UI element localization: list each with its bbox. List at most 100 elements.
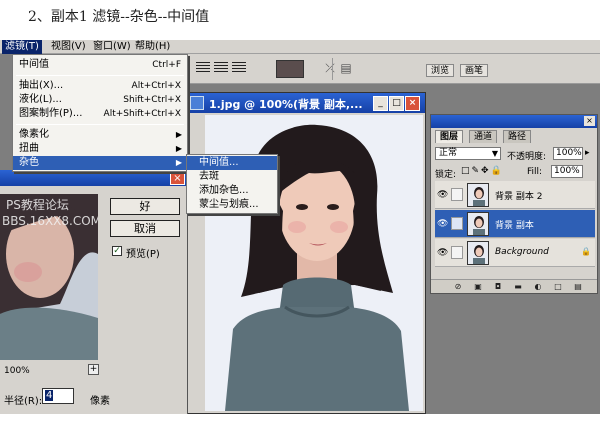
blend-mode-value: 正常	[439, 148, 458, 158]
layers-bottom-bar: ⊘ ▣ ◘ ▬ ◐ □ ▤	[431, 279, 597, 293]
menu-item-extract[interactable]: 抽出(X)... Alt+Ctrl+X	[13, 79, 187, 93]
photoshop-doc-icon	[190, 96, 204, 110]
radius-label: 半径(R):	[4, 396, 43, 407]
layer-link-box[interactable]	[451, 188, 463, 201]
tab-layers[interactable]: 图层	[435, 130, 464, 143]
preview-checkbox[interactable]: ✓	[112, 246, 122, 256]
options-toolbar: ⤫ ▤ 浏览 画笔	[186, 54, 600, 84]
submenu-item-despeckle[interactable]: 去斑	[187, 170, 277, 184]
align-center-icon[interactable]	[214, 62, 228, 74]
menu-help[interactable]: 帮助(H)	[132, 40, 173, 54]
blend-mode-select[interactable]: 正常 ▼	[435, 147, 501, 160]
tab-brushes[interactable]: 画笔	[460, 64, 489, 77]
minimize-button[interactable]: _	[373, 96, 388, 111]
warp-text-icon[interactable]: ⤫	[322, 60, 338, 76]
menu-view[interactable]: 视图(V)	[48, 40, 89, 54]
brush-link-icon[interactable]	[451, 217, 463, 230]
zoom-in-button[interactable]: +	[88, 364, 99, 375]
menu-item-pattern-maker[interactable]: 图案制作(P)... Alt+Shift+Ctrl+X	[13, 107, 187, 121]
radius-input[interactable]: 4	[42, 388, 74, 404]
lock-options-icons[interactable]: □✎✥🔒	[461, 166, 504, 176]
layers-titlebar[interactable]: ×	[431, 115, 597, 128]
menu-item-shortcut: Ctrl+F	[152, 60, 181, 70]
dialog-titlebar[interactable]: ×	[0, 170, 188, 186]
layer-style-icon[interactable]: ▣	[473, 282, 483, 292]
menu-item-liquify[interactable]: 液化(L)... Shift+Ctrl+X	[13, 93, 187, 107]
document-title: 1.jpg @ 100%(背景 副本,...	[209, 98, 363, 111]
menu-item-shortcut: Alt+Shift+Ctrl+X	[103, 109, 181, 119]
zoom-level: 100%	[4, 366, 30, 376]
lock-icon: 🔒	[581, 247, 591, 256]
maximize-button[interactable]: □	[389, 96, 404, 111]
ok-button[interactable]: 好	[110, 198, 180, 215]
menu-item-shortcut: Alt+Ctrl+X	[131, 81, 181, 91]
fill-label: Fill:	[527, 167, 543, 177]
layer-link-box[interactable]	[451, 246, 463, 259]
menu-item-last-filter[interactable]: 中间值 Ctrl+F	[13, 58, 187, 72]
opacity-input[interactable]: 100%	[553, 147, 583, 160]
dialog-close-button[interactable]: ×	[170, 171, 185, 185]
layers-close-button[interactable]: ×	[584, 116, 595, 126]
tab-paths[interactable]: 路径	[503, 130, 532, 143]
new-layer-icon[interactable]: □	[553, 282, 563, 292]
menu-filter[interactable]: 滤镜(T)	[2, 40, 42, 54]
layer-name: Background	[495, 247, 549, 257]
filter-preview[interactable]: PS教程论坛 BBS.16XX8.COM	[0, 194, 98, 360]
menu-item-distort[interactable]: 扭曲 ▶	[13, 142, 187, 156]
filter-menu: 中间值 Ctrl+F 抽出(X)... Alt+Ctrl+X 液化(L)... …	[12, 54, 188, 172]
menu-item-noise[interactable]: 杂色 ▶	[13, 156, 187, 170]
new-set-icon[interactable]: ▬	[513, 282, 523, 292]
palette-toggle-icon[interactable]: ▤	[338, 60, 354, 76]
adjustment-layer-icon[interactable]: ◐	[533, 282, 543, 292]
opacity-arrow-icon[interactable]: ▸	[585, 148, 590, 158]
step-caption: 2、副本1 滤镜--杂色--中间值	[28, 9, 210, 25]
median-dialog: × PS教程论坛 BBS.16XX8.COM 好 取消 ✓ 预览(P) 100%…	[0, 170, 188, 414]
lock-label: 锁定:	[435, 170, 457, 180]
menu-item-pixelate[interactable]: 像素化 ▶	[13, 128, 187, 142]
submenu-item-add-noise[interactable]: 添加杂色...	[187, 184, 277, 198]
close-button[interactable]: ×	[405, 96, 420, 111]
layer-row[interactable]: 👁 Background 🔒	[435, 239, 595, 267]
document-titlebar[interactable]: 1.jpg @ 100%(背景 副本,... _ □ ×	[187, 93, 425, 113]
submenu-arrow-icon: ▶	[175, 130, 182, 139]
trash-icon[interactable]: ▤	[573, 282, 583, 292]
text-color-swatch[interactable]	[276, 60, 304, 78]
submenu-item-median[interactable]: 中间值...	[187, 156, 277, 170]
toolbar-divider	[332, 58, 333, 80]
layer-row-selected[interactable]: 👁 背景 副本	[435, 210, 595, 238]
menu-window[interactable]: 窗口(W)	[90, 40, 134, 54]
layer-name: 背景 副本	[495, 221, 534, 231]
eye-icon[interactable]: 👁	[437, 248, 448, 258]
menubar: 滤镜(T) 视图(V) 窗口(W) 帮助(H)	[0, 40, 600, 54]
align-right-icon[interactable]	[232, 62, 246, 74]
align-left-icon[interactable]	[196, 62, 210, 74]
add-mask-icon[interactable]: ◘	[493, 282, 503, 292]
submenu-arrow-icon: ▶	[175, 144, 182, 153]
radius-unit: 像素	[90, 396, 110, 407]
preview-label: 预览(P)	[126, 249, 160, 260]
menu-item-label: 像素化	[19, 129, 49, 140]
menu-item-label: 杂色	[19, 157, 39, 168]
fill-input[interactable]: 100%	[551, 165, 583, 178]
menu-item-label: 液化(L)...	[19, 94, 62, 105]
menu-item-label: 抽出(X)...	[19, 80, 64, 91]
link-layers-icon[interactable]: ⊘	[453, 282, 463, 292]
eye-icon[interactable]: 👁	[437, 190, 448, 200]
layer-thumbnail	[467, 212, 489, 236]
chevron-down-icon: ▼	[491, 149, 498, 158]
menu-item-label: 中间值	[19, 59, 49, 70]
tab-browser[interactable]: 浏览	[426, 64, 455, 77]
noise-submenu: 中间值... 去斑 添加杂色... 蒙尘与划痕...	[186, 154, 278, 214]
cancel-button[interactable]: 取消	[110, 220, 180, 237]
radius-value: 4	[45, 390, 54, 401]
page: 2、副本1 滤镜--杂色--中间值 滤镜(T) 视图(V) 窗口(W) 帮助(H…	[0, 0, 600, 430]
menu-separator	[16, 124, 184, 125]
submenu-arrow-icon: ▶	[175, 158, 182, 167]
layer-row[interactable]: 👁 背景 副本 2	[435, 181, 595, 209]
document-window: 1.jpg @ 100%(背景 副本,... _ □ ×	[186, 92, 426, 414]
opacity-label: 不透明度:	[507, 152, 547, 162]
submenu-item-dust-scratches[interactable]: 蒙尘与划痕...	[187, 198, 277, 212]
tab-channels[interactable]: 通道	[469, 130, 498, 143]
watermark-line1: PS教程论坛	[6, 198, 69, 212]
eye-icon[interactable]: 👁	[437, 219, 448, 229]
